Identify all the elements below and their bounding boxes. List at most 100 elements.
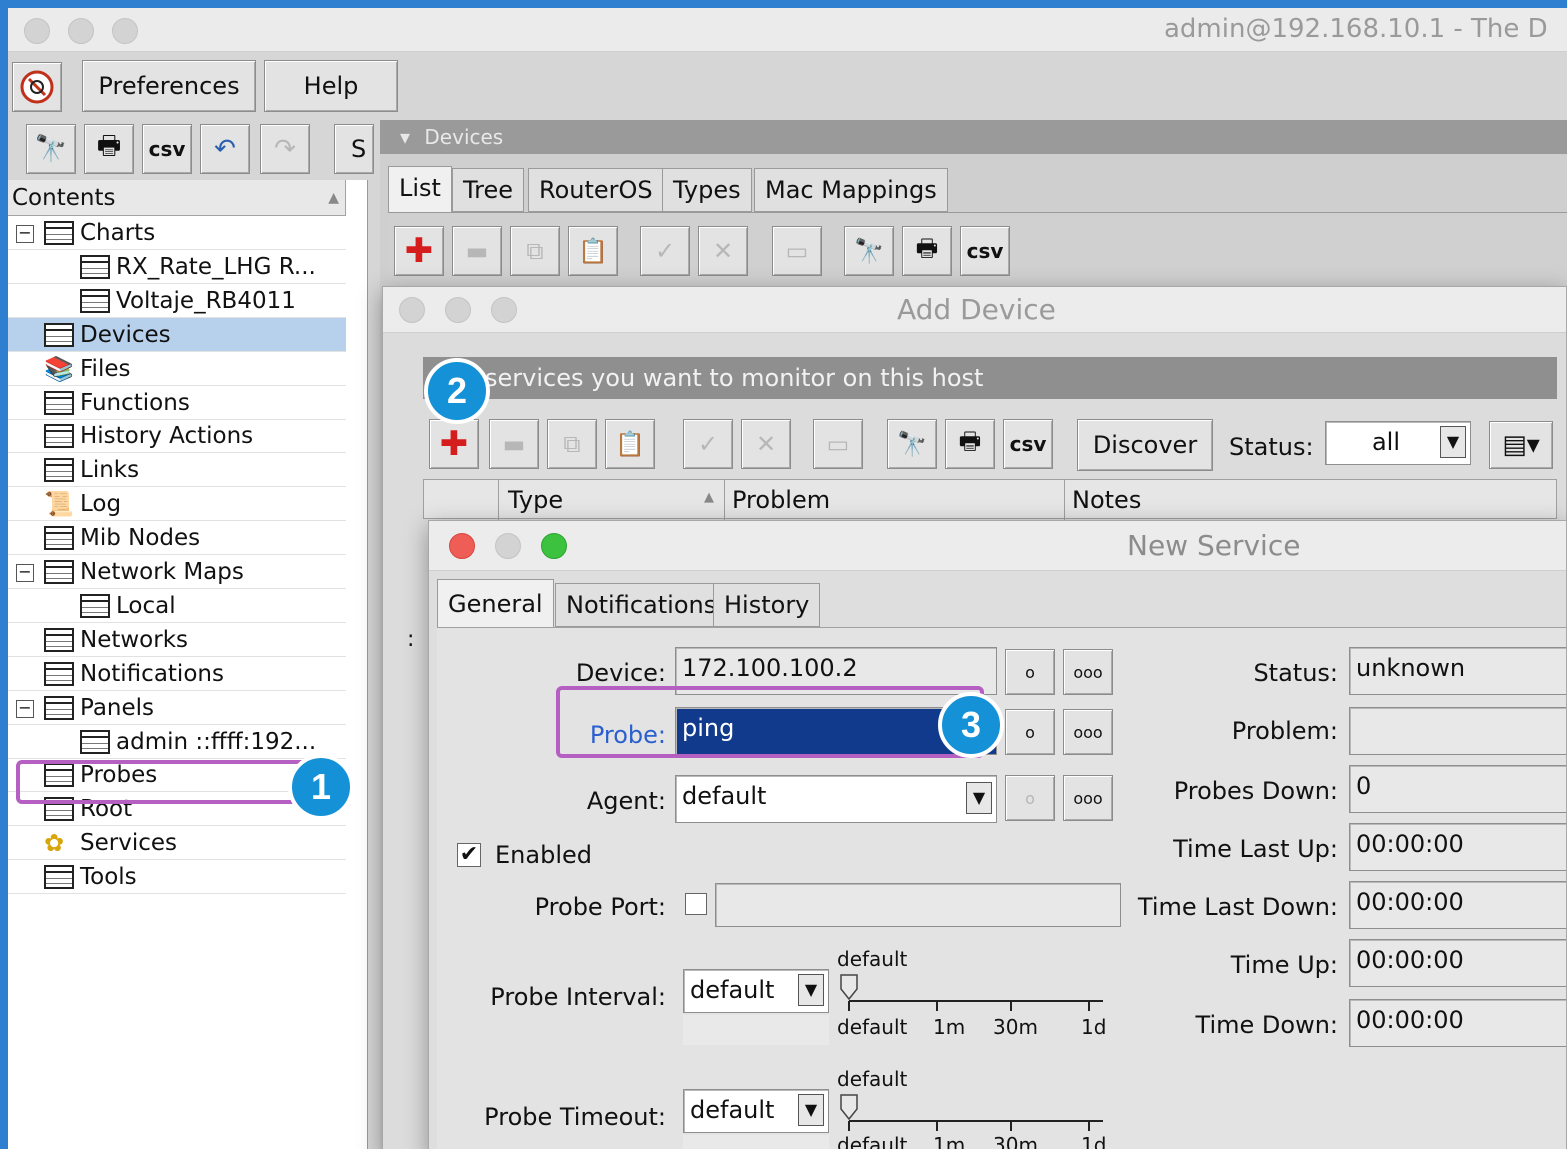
new-service-dialog: New Service General Notifications Histor… bbox=[428, 520, 1567, 1149]
sidebar-item-tools[interactable]: Tools bbox=[8, 860, 346, 895]
tab-routeros-label: RouterOS bbox=[539, 176, 653, 204]
sidebar-item-history-actions[interactable]: History Actions bbox=[8, 419, 346, 454]
dropdown-arrow-icon: ▼ bbox=[798, 974, 824, 1006]
paste-service-button[interactable]: 📋 bbox=[605, 419, 655, 469]
tree-collapse-icon[interactable]: − bbox=[16, 699, 34, 718]
help-button[interactable]: Help bbox=[264, 60, 398, 112]
close-window-button[interactable] bbox=[24, 18, 50, 44]
minus-icon: ▬ bbox=[465, 237, 489, 265]
remove-service-button[interactable]: ▬ bbox=[489, 419, 539, 469]
sidebar-item-panels[interactable]: − Panels bbox=[8, 691, 346, 725]
tab-general[interactable]: General bbox=[437, 579, 554, 629]
column-type[interactable]: Type bbox=[508, 486, 563, 514]
sidebar-item-mib-nodes[interactable]: Mib Nodes bbox=[8, 521, 346, 556]
print-service-button[interactable]: 🖶 bbox=[945, 419, 995, 469]
table-icon bbox=[44, 221, 74, 245]
tab-list[interactable]: List bbox=[388, 166, 452, 212]
tree-collapse-icon[interactable]: − bbox=[16, 225, 34, 243]
print-button[interactable]: 🖶 bbox=[84, 124, 134, 174]
paste-button[interactable]: 📋 bbox=[568, 226, 618, 276]
settings-button[interactable]: S bbox=[334, 124, 374, 174]
tab-routeros[interactable]: RouterOS bbox=[528, 168, 664, 212]
find-devices-button[interactable]: 🔭 bbox=[844, 226, 894, 276]
sidebar-item-services[interactable]: ✿ Services bbox=[8, 826, 346, 861]
comment-service-button[interactable]: ▭ bbox=[813, 419, 863, 469]
csv-export-button[interactable]: csv bbox=[142, 124, 192, 174]
sidebar-item-rx-rate-lhg-r[interactable]: RX_Rate_LHG R... bbox=[8, 250, 346, 284]
sidebar-item-voltaje-rb4011[interactable]: Voltaje_RB4011 bbox=[8, 284, 346, 318]
find-service-button[interactable]: 🔭 bbox=[887, 419, 937, 469]
zoom-dialog-button[interactable] bbox=[491, 297, 517, 323]
print-devices-button[interactable]: 🖶 bbox=[902, 226, 952, 276]
disable-button[interactable]: ✕ bbox=[698, 226, 748, 276]
tab-notifications[interactable]: Notifications bbox=[555, 583, 728, 627]
enable-service-button[interactable]: ✓ bbox=[683, 419, 733, 469]
enabled-checkbox[interactable]: ✔ bbox=[457, 843, 481, 867]
status-filter-select[interactable]: all ▼ bbox=[1325, 421, 1471, 465]
tab-tree[interactable]: Tree bbox=[452, 168, 525, 212]
probe-timeout-select[interactable]: default ▼ bbox=[683, 1089, 829, 1133]
copy-service-button[interactable]: ⧉ bbox=[547, 419, 597, 469]
close-dialog-button[interactable] bbox=[399, 297, 425, 323]
column-problem[interactable]: Problem bbox=[732, 486, 830, 514]
sidebar-item-charts[interactable]: − Charts bbox=[8, 216, 346, 250]
minimize-dialog-button[interactable] bbox=[445, 297, 471, 323]
sidebar-item-admin-ffff-192[interactable]: admin ::ffff:192... bbox=[8, 725, 346, 759]
tab-mac-mappings[interactable]: Mac Mappings bbox=[754, 168, 948, 212]
device-select-button[interactable]: o bbox=[1005, 649, 1055, 695]
sidebar-item-local[interactable]: Local bbox=[8, 589, 346, 623]
comment-button[interactable]: ▭ bbox=[772, 226, 822, 276]
services-banner: services you want to monitor on this hos… bbox=[423, 357, 1557, 399]
add-device-button[interactable]: ✚ bbox=[394, 226, 444, 276]
csv-service-button[interactable]: csv bbox=[1003, 419, 1053, 469]
agent-select[interactable]: default ▼ bbox=[675, 775, 997, 823]
contents-header[interactable]: Contents ▲ bbox=[8, 180, 346, 216]
csv-label: csv bbox=[1009, 432, 1047, 456]
probe-port-checkbox[interactable] bbox=[685, 893, 707, 915]
probe-select-button[interactable]: o bbox=[1005, 709, 1055, 755]
slider-thumb[interactable] bbox=[840, 1094, 858, 1121]
minimize-window-button[interactable] bbox=[68, 18, 94, 44]
find-button[interactable]: 🔭 bbox=[26, 124, 76, 174]
probe-interval-slider[interactable] bbox=[837, 971, 1107, 1015]
tree-collapse-icon[interactable]: − bbox=[16, 564, 34, 582]
disable-service-button[interactable]: ✕ bbox=[741, 419, 791, 469]
csv-devices-button[interactable]: csv bbox=[960, 226, 1010, 276]
slider-thumb[interactable] bbox=[840, 974, 858, 1001]
add-service-button[interactable]: ✚ bbox=[429, 419, 479, 469]
probe-timeout-value: default bbox=[690, 1096, 775, 1124]
help-label: Help bbox=[303, 72, 359, 100]
zoom-window-button[interactable] bbox=[112, 18, 138, 44]
columns-button[interactable]: ▤▾ bbox=[1489, 421, 1553, 469]
sidebar-item-network-maps[interactable]: − Network Maps bbox=[8, 555, 346, 589]
probe-interval-select[interactable]: default ▼ bbox=[683, 969, 829, 1013]
device-more-button[interactable]: ooo bbox=[1063, 649, 1113, 695]
remove-device-button[interactable]: ▬ bbox=[452, 226, 502, 276]
undo-button[interactable]: ↶ bbox=[200, 124, 250, 174]
close-dialog-button[interactable] bbox=[449, 533, 475, 559]
devices-panel-header[interactable]: ▾ Devices bbox=[380, 120, 1567, 154]
sidebar-item-links[interactable]: Links bbox=[8, 453, 346, 488]
probe-port-field[interactable] bbox=[715, 883, 1121, 927]
copy-button[interactable]: ⧉ bbox=[510, 226, 560, 276]
column-notes[interactable]: Notes bbox=[1072, 486, 1141, 514]
sidebar-item-functions[interactable]: Functions bbox=[8, 386, 346, 420]
sidebar-item-networks[interactable]: Networks bbox=[8, 623, 346, 657]
tab-types[interactable]: Types bbox=[662, 168, 752, 212]
agent-select-button[interactable]: o bbox=[1005, 775, 1055, 821]
sidebar-item-notifications[interactable]: Notifications bbox=[8, 657, 346, 691]
redo-button[interactable]: ↷ bbox=[260, 124, 310, 174]
sidebar-item-devices[interactable]: Devices bbox=[8, 317, 346, 352]
enable-button[interactable]: ✓ bbox=[640, 226, 690, 276]
tab-history[interactable]: History bbox=[713, 583, 821, 627]
zoom-dialog-button[interactable] bbox=[541, 533, 567, 559]
agent-more-button[interactable]: ooo bbox=[1063, 775, 1113, 821]
minimize-dialog-button[interactable] bbox=[495, 533, 521, 559]
probe-timeout-slider[interactable] bbox=[837, 1091, 1107, 1135]
preferences-button[interactable]: Preferences bbox=[82, 60, 256, 112]
discover-button[interactable]: Discover bbox=[1077, 419, 1213, 471]
sidebar-item-log[interactable]: 📜 Log bbox=[8, 487, 346, 522]
sidebar-item-files[interactable]: 📚 Files bbox=[8, 352, 346, 386]
disconnect-button[interactable] bbox=[12, 62, 62, 112]
probe-more-button[interactable]: ooo bbox=[1063, 709, 1113, 755]
